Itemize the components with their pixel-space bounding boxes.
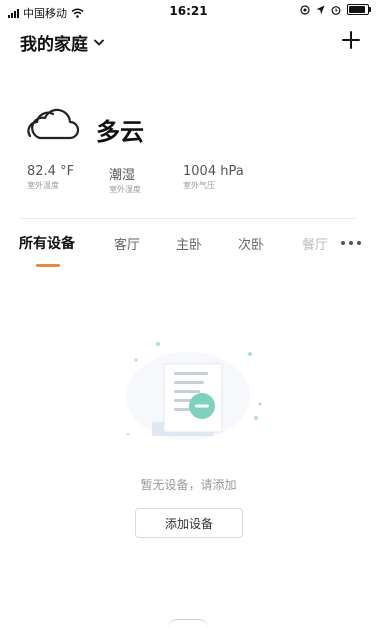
- active-tab-indicator: [36, 264, 60, 267]
- humidity-label: 室外湿度: [109, 185, 141, 194]
- navigation-icon: [316, 5, 325, 14]
- more-icon[interactable]: [341, 240, 361, 246]
- status-bar: 中国移动 16:21: [0, 0, 377, 22]
- room-tabs: 所有设备 客厅 主卧 次卧 餐厅: [0, 230, 377, 260]
- add-button[interactable]: [339, 28, 363, 52]
- temperature-metric: 82.4 °F 室外温度: [27, 164, 74, 191]
- tab-master-bedroom[interactable]: 主卧: [176, 234, 202, 253]
- tab-all-devices[interactable]: 所有设备: [19, 233, 75, 253]
- location-icon: [300, 4, 310, 15]
- home-selector[interactable]: 我的家庭: [20, 30, 104, 55]
- alarm-icon: [331, 5, 341, 15]
- temperature-label: 室外温度: [27, 181, 59, 190]
- status-right: [300, 4, 371, 15]
- tab-living-room[interactable]: 客厅: [114, 234, 140, 253]
- tab-second-bedroom[interactable]: 次卧: [238, 234, 264, 253]
- humidity-metric: 潮湿 室外湿度: [109, 164, 141, 195]
- empty-message: 暂无设备，请添加: [140, 478, 237, 492]
- pressure-value: 1004 hPa: [183, 164, 244, 179]
- divider: [20, 218, 357, 219]
- humidity-value: 潮湿: [109, 168, 136, 183]
- add-device-button[interactable]: 添加设备: [135, 508, 243, 538]
- pressure-label: 室外气压: [183, 181, 215, 190]
- cloud-icon: [27, 108, 80, 140]
- document-minus-icon: [126, 342, 262, 440]
- battery-icon: [347, 4, 371, 15]
- tab-dining-room[interactable]: 餐厅: [302, 234, 328, 253]
- weather-condition: 多云: [96, 118, 144, 146]
- temperature-value: 82.4 °F: [27, 164, 75, 179]
- home-name: 我的家庭: [20, 35, 88, 55]
- bottom-handle: [168, 619, 208, 628]
- pressure-metric: 1004 hPa 室外气压: [183, 164, 244, 191]
- chevron-down-icon: [94, 39, 104, 46]
- plus-icon: [342, 31, 360, 49]
